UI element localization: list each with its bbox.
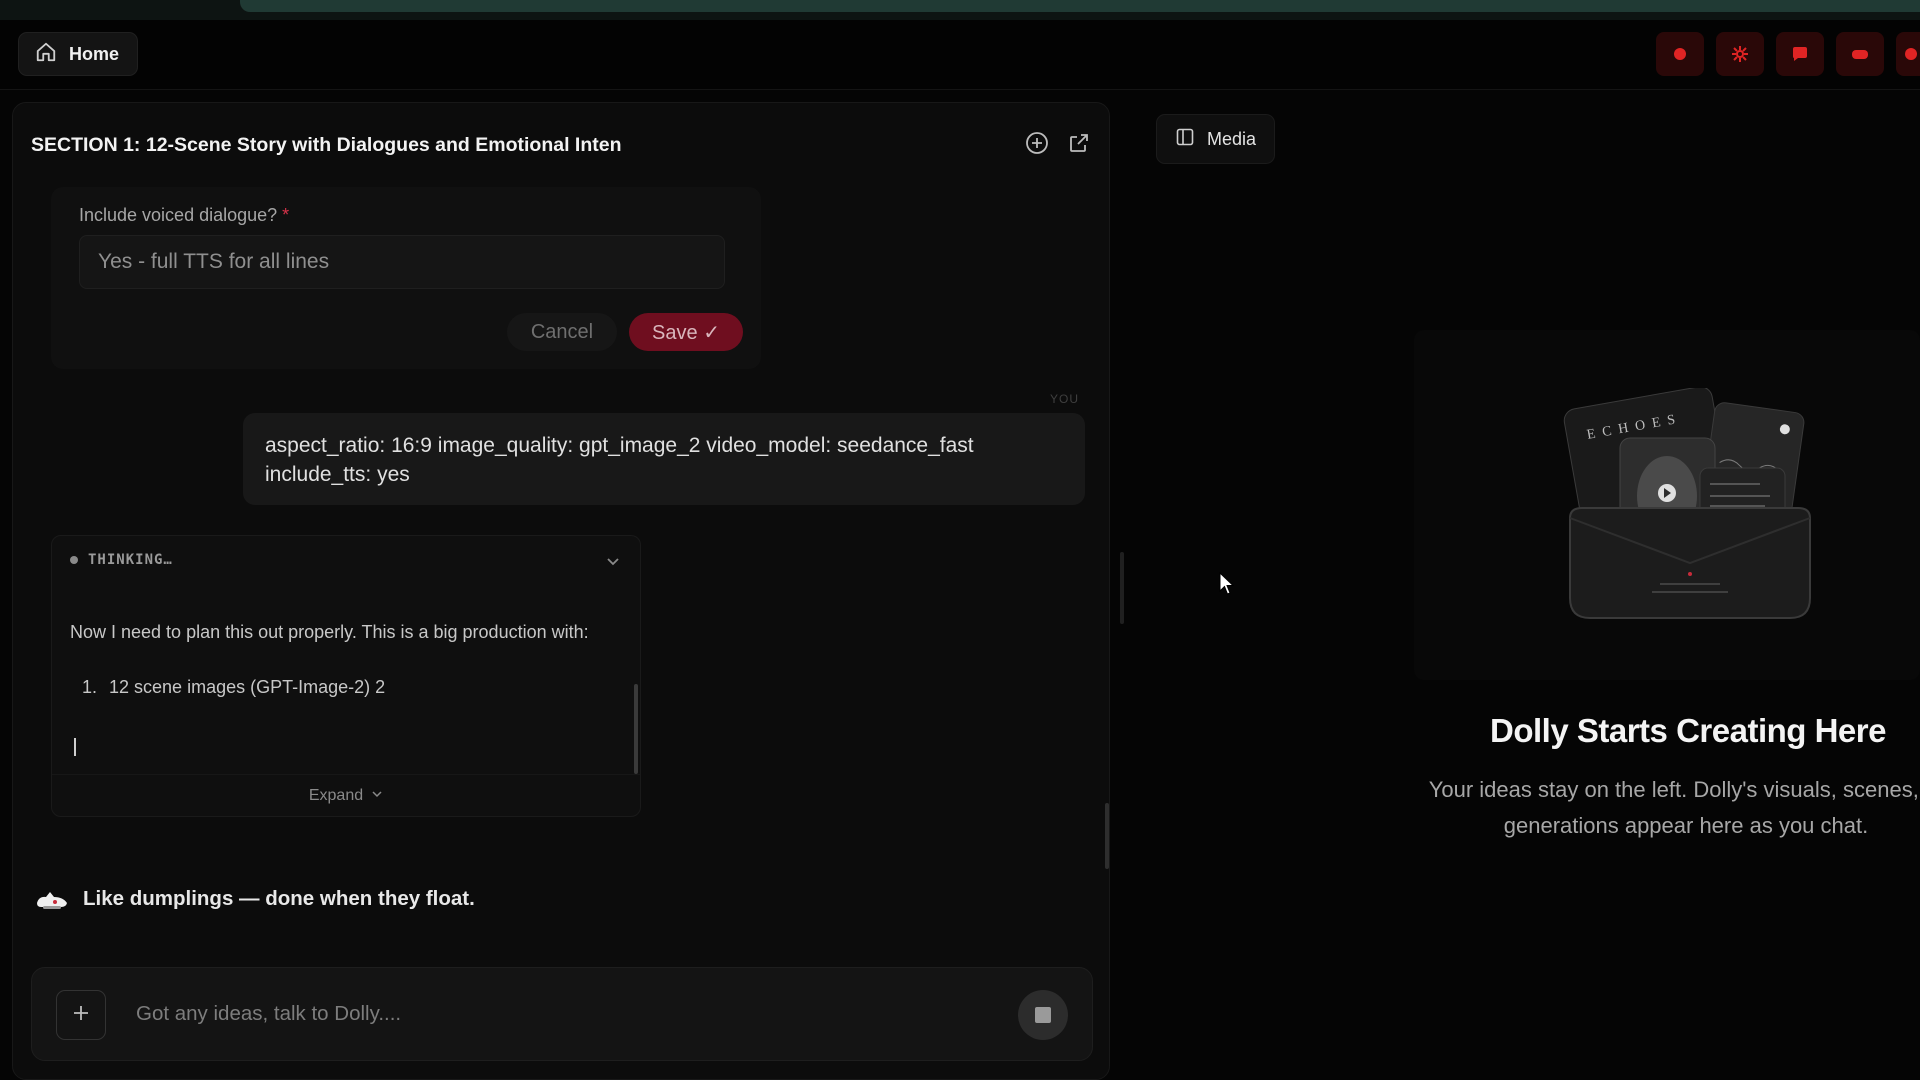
expand-label: Expand — [308, 786, 364, 804]
add-attachment-button[interactable] — [56, 990, 106, 1040]
save-button[interactable]: Save ✓ — [629, 313, 743, 351]
tab-media[interactable]: Media — [1156, 114, 1276, 164]
status-line: Like dumplings — done when they float. — [35, 887, 475, 911]
record-icon[interactable] — [1896, 32, 1920, 76]
sender-label: YOU — [1049, 392, 1079, 406]
media-illustration: ECHOES — [1560, 386, 1820, 628]
stop-button[interactable] — [1018, 990, 1068, 1040]
record-icon[interactable] — [1656, 32, 1704, 76]
chevron-down-icon — [371, 787, 383, 805]
dolly-mascot-icon — [35, 887, 69, 911]
tab-media-label: Media — [1207, 128, 1257, 149]
sparkle-icon[interactable] — [1716, 32, 1764, 76]
section-title: SECTION 1: 12-Scene Story with Dialogues… — [31, 134, 622, 156]
list-item-text: 12 scene images (GPT-Image-2) 2 — [109, 677, 386, 697]
empty-state-description: Your ideas stay on the left. Dolly's vis… — [1336, 772, 1920, 844]
external-link-icon[interactable] — [1067, 131, 1091, 155]
add-circle-icon[interactable] — [1025, 131, 1049, 155]
empty-desc-line-1: Your ideas stay on the left. Dolly's vis… — [1428, 777, 1920, 802]
empty-state-title: Dolly Starts Creating Here — [1490, 712, 1886, 749]
top-actions — [1656, 32, 1920, 76]
home-label: Home — [69, 43, 120, 64]
thinking-header[interactable]: THINKING… — [70, 552, 173, 568]
chat-scrollbar[interactable] — [1105, 803, 1109, 869]
panel-icon — [1175, 127, 1195, 152]
home-button[interactable]: Home — [18, 32, 139, 76]
user-message: aspect_ratio: 16:9 image_quality: gpt_im… — [243, 413, 1085, 505]
question-form: Include voiced dialogue? * Yes - full TT… — [51, 187, 761, 369]
thinking-scrollbar[interactable] — [634, 684, 638, 774]
chat-input[interactable]: Got any ideas, talk to Dolly.... — [136, 1002, 401, 1026]
chat-panel: SECTION 1: 12-Scene Story with Dialogues… — [12, 102, 1110, 1080]
progress-strip — [240, 0, 1920, 12]
chevron-down-icon[interactable] — [604, 552, 622, 570]
panel-resize-handle[interactable] — [1120, 552, 1124, 624]
thinking-card: THINKING… Now I need to plan this out pr… — [51, 535, 641, 817]
expand-button[interactable]: Expand — [52, 774, 640, 816]
text-caret — [74, 738, 76, 756]
status-text: Like dumplings — done when they float. — [83, 887, 475, 910]
composer: Got any ideas, talk to Dolly.... — [31, 967, 1093, 1061]
form-label: Include voiced dialogue? * — [79, 205, 289, 226]
voiced-dialogue-field[interactable]: Yes - full TTS for all lines — [79, 235, 725, 289]
thinking-label: THINKING… — [88, 552, 173, 568]
thinking-dot-icon — [70, 556, 78, 564]
stop-icon — [1035, 1007, 1051, 1023]
top-bar: Home — [0, 20, 1920, 90]
home-icon — [35, 41, 57, 68]
form-label-text: Include voiced dialogue? — [79, 205, 278, 225]
thinking-text: Now I need to plan this out properly. Th… — [70, 622, 589, 642]
list-item: 1. 12 scene images (GPT-Image-2) 2 — [82, 677, 385, 698]
window-top-strip — [0, 0, 1920, 20]
plus-icon — [72, 1004, 90, 1027]
empty-desc-line-2: generations appear here as you chat. — [1503, 813, 1869, 838]
cancel-button[interactable]: Cancel — [507, 313, 617, 351]
gamepad-icon[interactable] — [1836, 32, 1884, 76]
mouse-cursor-icon — [1219, 571, 1235, 596]
chat-icon[interactable] — [1776, 32, 1824, 76]
header-actions — [1025, 131, 1091, 155]
required-mark: * — [282, 205, 290, 225]
list-item-number: 1. — [82, 677, 98, 697]
